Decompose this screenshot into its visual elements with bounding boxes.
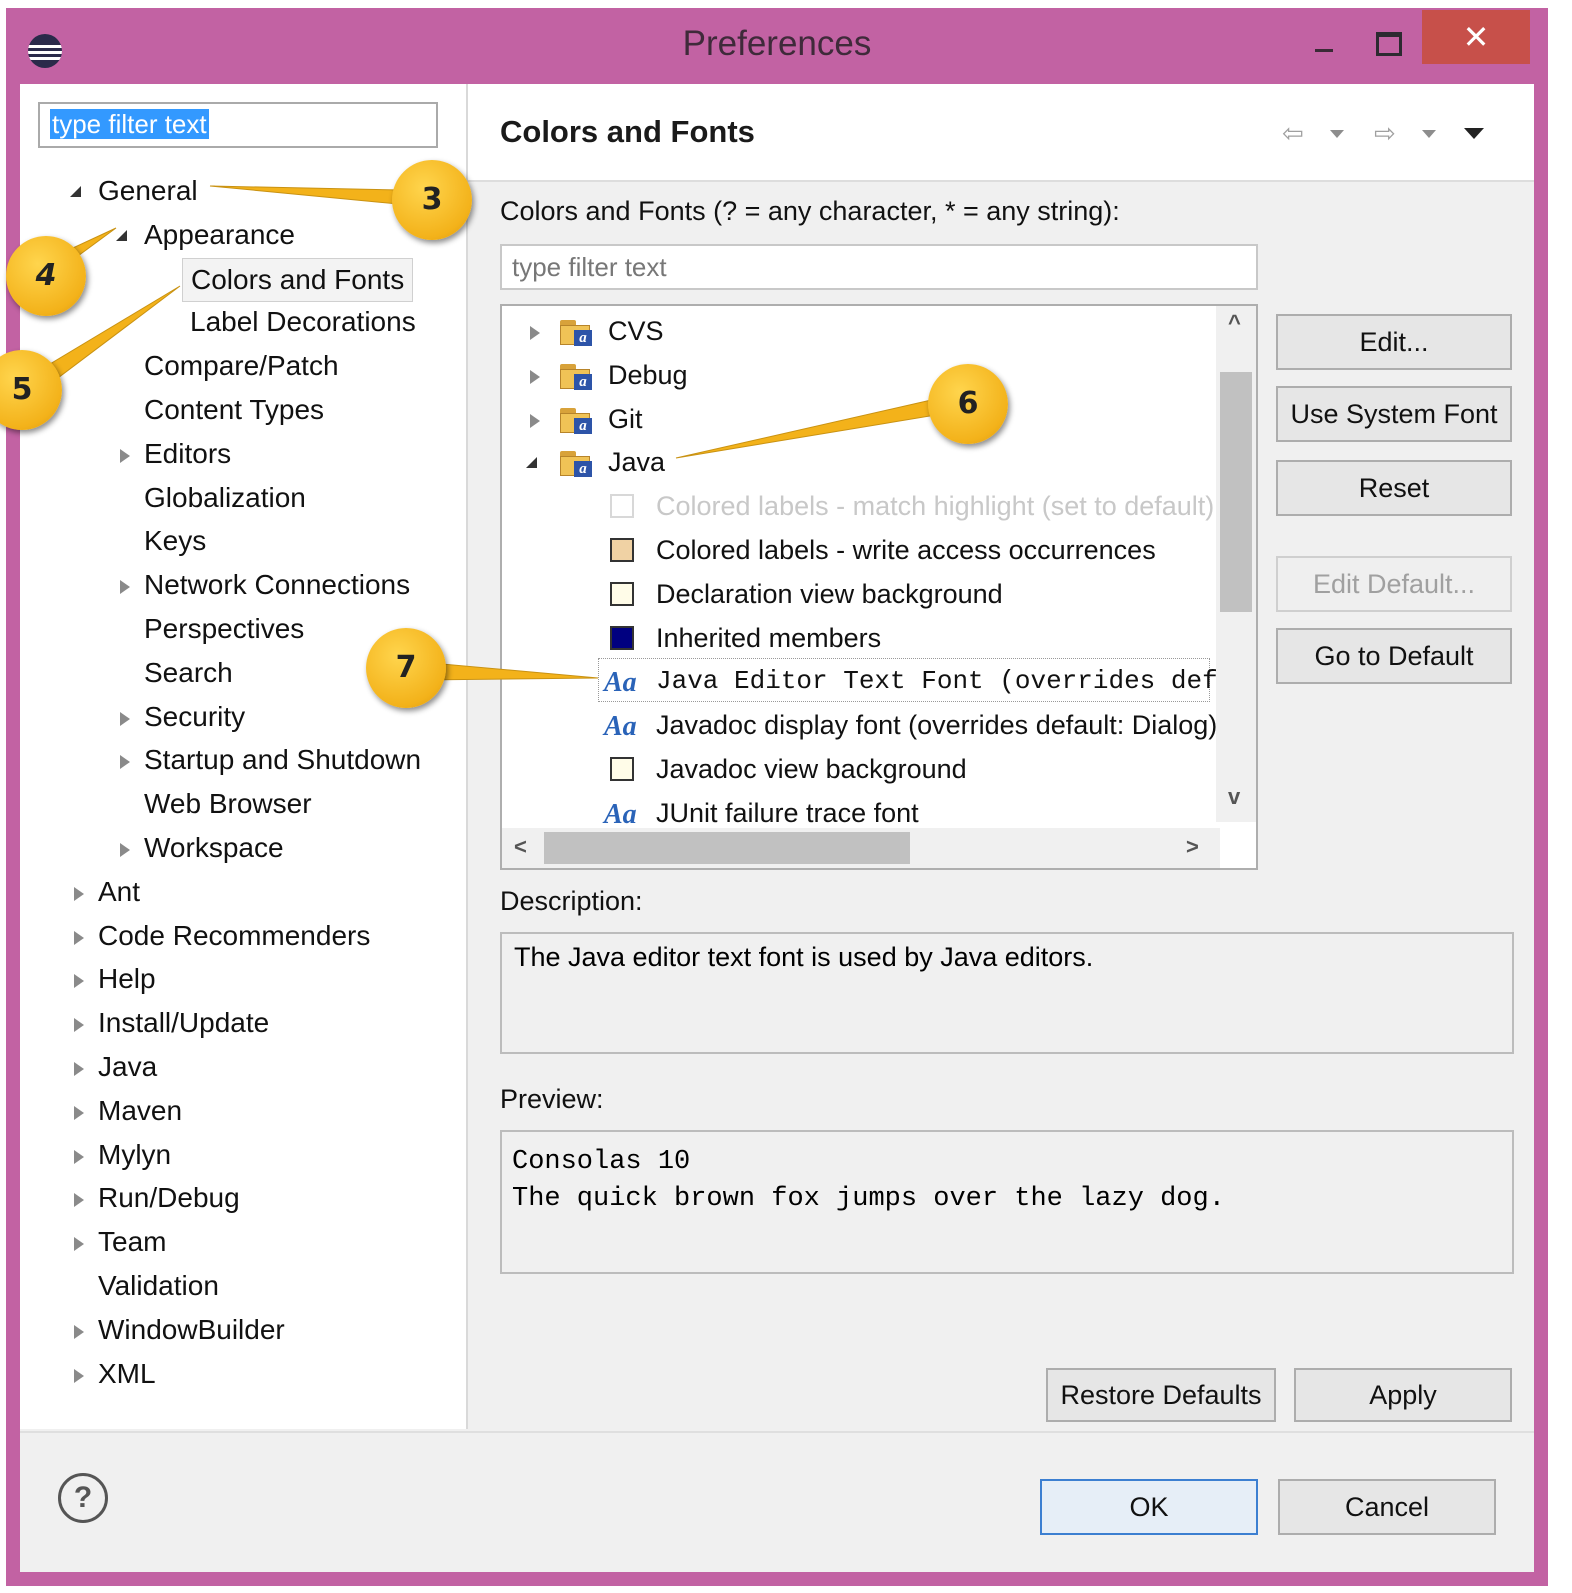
callout-6: 6	[928, 364, 1008, 444]
callout-7-pointer	[419, 661, 599, 681]
callout-3: 3	[392, 160, 472, 240]
callout-6-pointer	[675, 397, 943, 459]
callout-4: 4	[6, 236, 86, 316]
callout-3-pointer	[209, 185, 401, 205]
callout-7: 7	[366, 628, 446, 708]
callout-pointers	[29, 185, 943, 681]
